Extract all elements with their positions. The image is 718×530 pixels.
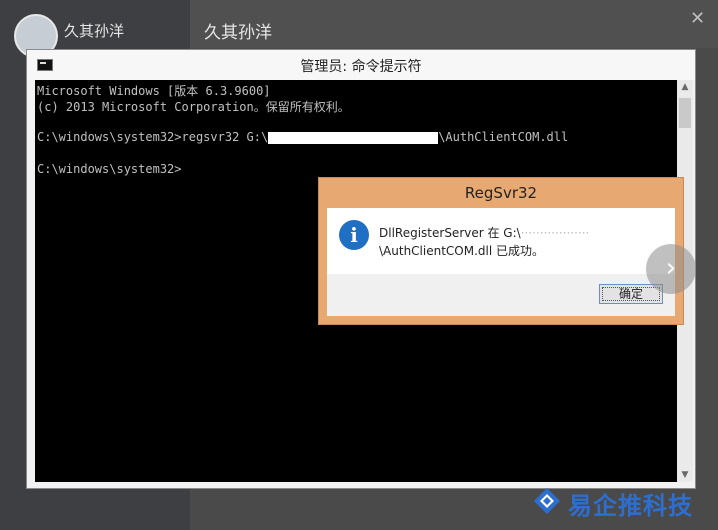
- close-icon[interactable]: ✕: [690, 8, 705, 29]
- brand-logo-icon: [534, 488, 560, 514]
- dialog-title: RegSvr32: [464, 184, 538, 202]
- chat-title: 久其孙洋: [204, 23, 272, 43]
- dialog-body: i DllRegisterServer 在 G:\···············…: [327, 208, 675, 316]
- console-line-command: C:\windows\system32>regsvr32 G:\ \AuthCli…: [37, 130, 568, 144]
- scroll-down-icon[interactable]: ▼: [677, 468, 693, 482]
- dialog-message-line1: DllRegisterServer 在 G:\·················…: [379, 224, 589, 241]
- scroll-thumb[interactable]: [679, 98, 691, 128]
- regsvr32-dialog[interactable]: RegSvr32 i DllRegisterServer 在 G:\······…: [318, 177, 684, 325]
- command-suffix: \AuthClientCOM.dll: [438, 130, 569, 144]
- watermark: 易企推科技: [528, 484, 718, 524]
- console-line: (c) 2013 Microsoft Corporation。保留所有权利。: [37, 100, 350, 114]
- console-prompt: C:\windows\system32>: [37, 162, 182, 176]
- dialog-message-line2: \AuthClientCOM.dll 已成功。: [379, 244, 545, 258]
- cmd-titlebar[interactable]: 管理员: 命令提示符: [27, 50, 695, 80]
- next-arrow-icon[interactable]: ›: [646, 244, 696, 294]
- scroll-up-icon[interactable]: ▲: [677, 80, 693, 94]
- watermark-text: 易企推科技: [568, 492, 693, 520]
- info-icon: i: [339, 220, 369, 250]
- message-prefix: DllRegisterServer 在 G:\: [379, 226, 521, 240]
- contact-name[interactable]: 久其孙洋: [64, 20, 124, 41]
- command-text: C:\windows\system32>regsvr32 G:\: [37, 130, 269, 144]
- redacted-path: [268, 131, 439, 144]
- redacted-text: ··················: [520, 226, 590, 240]
- dialog-message-area: i DllRegisterServer 在 G:\···············…: [327, 208, 675, 274]
- console-line: Microsoft Windows [版本 6.3.9600]: [37, 84, 271, 98]
- cmd-window-title: 管理员: 命令提示符: [300, 59, 422, 75]
